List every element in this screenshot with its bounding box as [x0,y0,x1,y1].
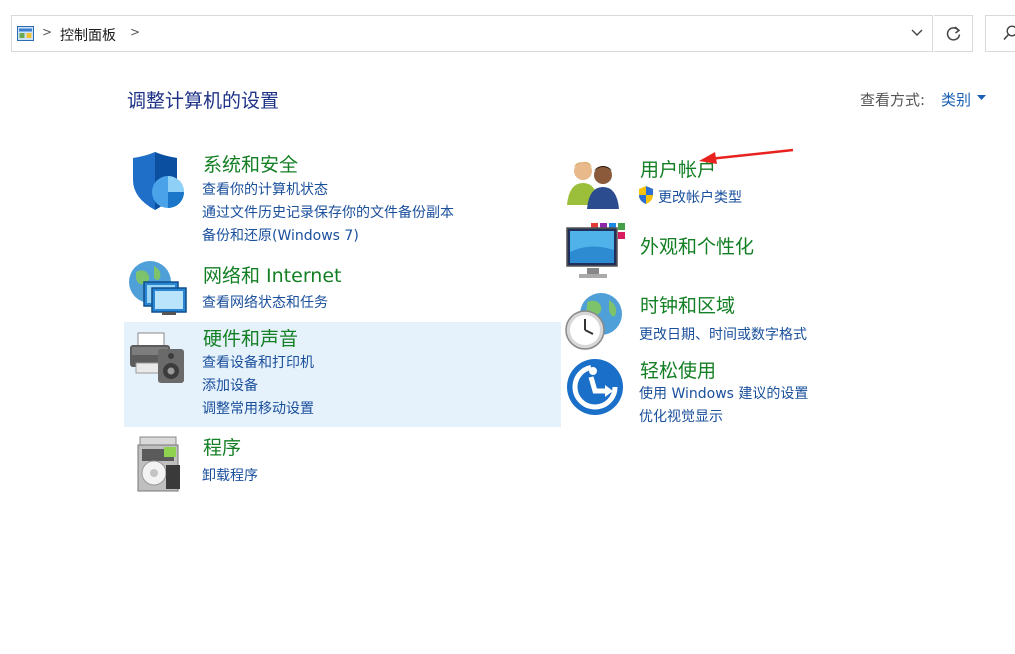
category-network-internet[interactable]: 网络和 Internet 查看网络状态和任务 [128,260,548,320]
view-by-label: 查看方式: [860,91,926,109]
printer-icon [130,332,184,383]
dropdown-arrow-icon[interactable] [977,95,986,101]
search-icon [1003,25,1015,41]
category-clock-region[interactable]: 时钟和区域 更改日期、时间或数字格式 [565,292,985,352]
breadcrumb-control-panel[interactable]: 控制面板 [60,25,116,45]
clock-globe-icon [565,293,622,350]
link-backup-restore[interactable]: 备份和还原(Windows 7) [202,225,359,245]
shield-icon [133,152,184,210]
appearance-monitor-icon [566,223,625,278]
category-system-security[interactable]: 系统和安全 查看你的计算机状态 通过文件历史记录保存你的文件备份副本 备份和还原… [128,152,548,247]
link-uninstall-program[interactable]: 卸载程序 [202,465,258,485]
clock-region-title[interactable]: 时钟和区域 [640,291,735,318]
refresh-icon [946,26,961,41]
category-ease-of-access[interactable]: 轻松使用 使用 Windows 建议的设置 优化视觉显示 [565,357,985,437]
programs-title[interactable]: 程序 [203,433,241,460]
link-devices-printers[interactable]: 查看设备和打印机 [202,352,314,372]
network-globe-icon [129,261,187,315]
address-bar[interactable]: > 控制面板 > [11,15,933,52]
link-add-device[interactable]: 添加设备 [202,375,258,395]
users-icon [567,161,619,209]
red-annotation-arrow-icon [699,148,794,164]
ease-of-access-icon [567,359,623,415]
category-appearance[interactable]: 外观和个性化 [565,222,985,282]
uac-shield-icon [639,186,653,204]
category-programs[interactable]: 程序 卸载程序 [128,433,548,493]
system-security-title[interactable]: 系统和安全 [203,150,298,177]
link-view-network-status[interactable]: 查看网络状态和任务 [202,292,328,312]
network-internet-title[interactable]: 网络和 Internet [203,261,341,288]
ease-of-access-title[interactable]: 轻松使用 [640,356,716,383]
refresh-button[interactable] [934,15,973,52]
hardware-sound-title[interactable]: 硬件和声音 [203,324,298,351]
link-file-history-backup[interactable]: 通过文件历史记录保存你的文件备份副本 [202,202,454,222]
view-by-dropdown[interactable]: 类别 [941,89,971,110]
link-view-computer-status[interactable]: 查看你的计算机状态 [202,179,328,199]
link-change-account-type[interactable]: 更改帐户类型 [658,187,742,207]
chevron-down-icon[interactable] [910,25,924,41]
search-box[interactable] [985,15,1015,52]
link-change-date-time-format[interactable]: 更改日期、时间或数字格式 [639,324,807,344]
appearance-title[interactable]: 外观和个性化 [640,232,754,259]
breadcrumb-separator-end[interactable]: > [130,25,140,39]
link-mobility-settings[interactable]: 调整常用移动设置 [202,398,314,418]
breadcrumb-separator[interactable]: > [42,25,52,39]
control-panel-icon [17,26,34,41]
programs-icon [137,436,180,492]
link-optimize-visual-display[interactable]: 优化视觉显示 [639,406,723,426]
link-windows-recommended-settings[interactable]: 使用 Windows 建议的设置 [639,383,808,403]
category-hardware-sound[interactable]: 硬件和声音 查看设备和打印机 添加设备 调整常用移动设置 [128,325,548,420]
page-title: 调整计算机的设置 [127,90,280,112]
